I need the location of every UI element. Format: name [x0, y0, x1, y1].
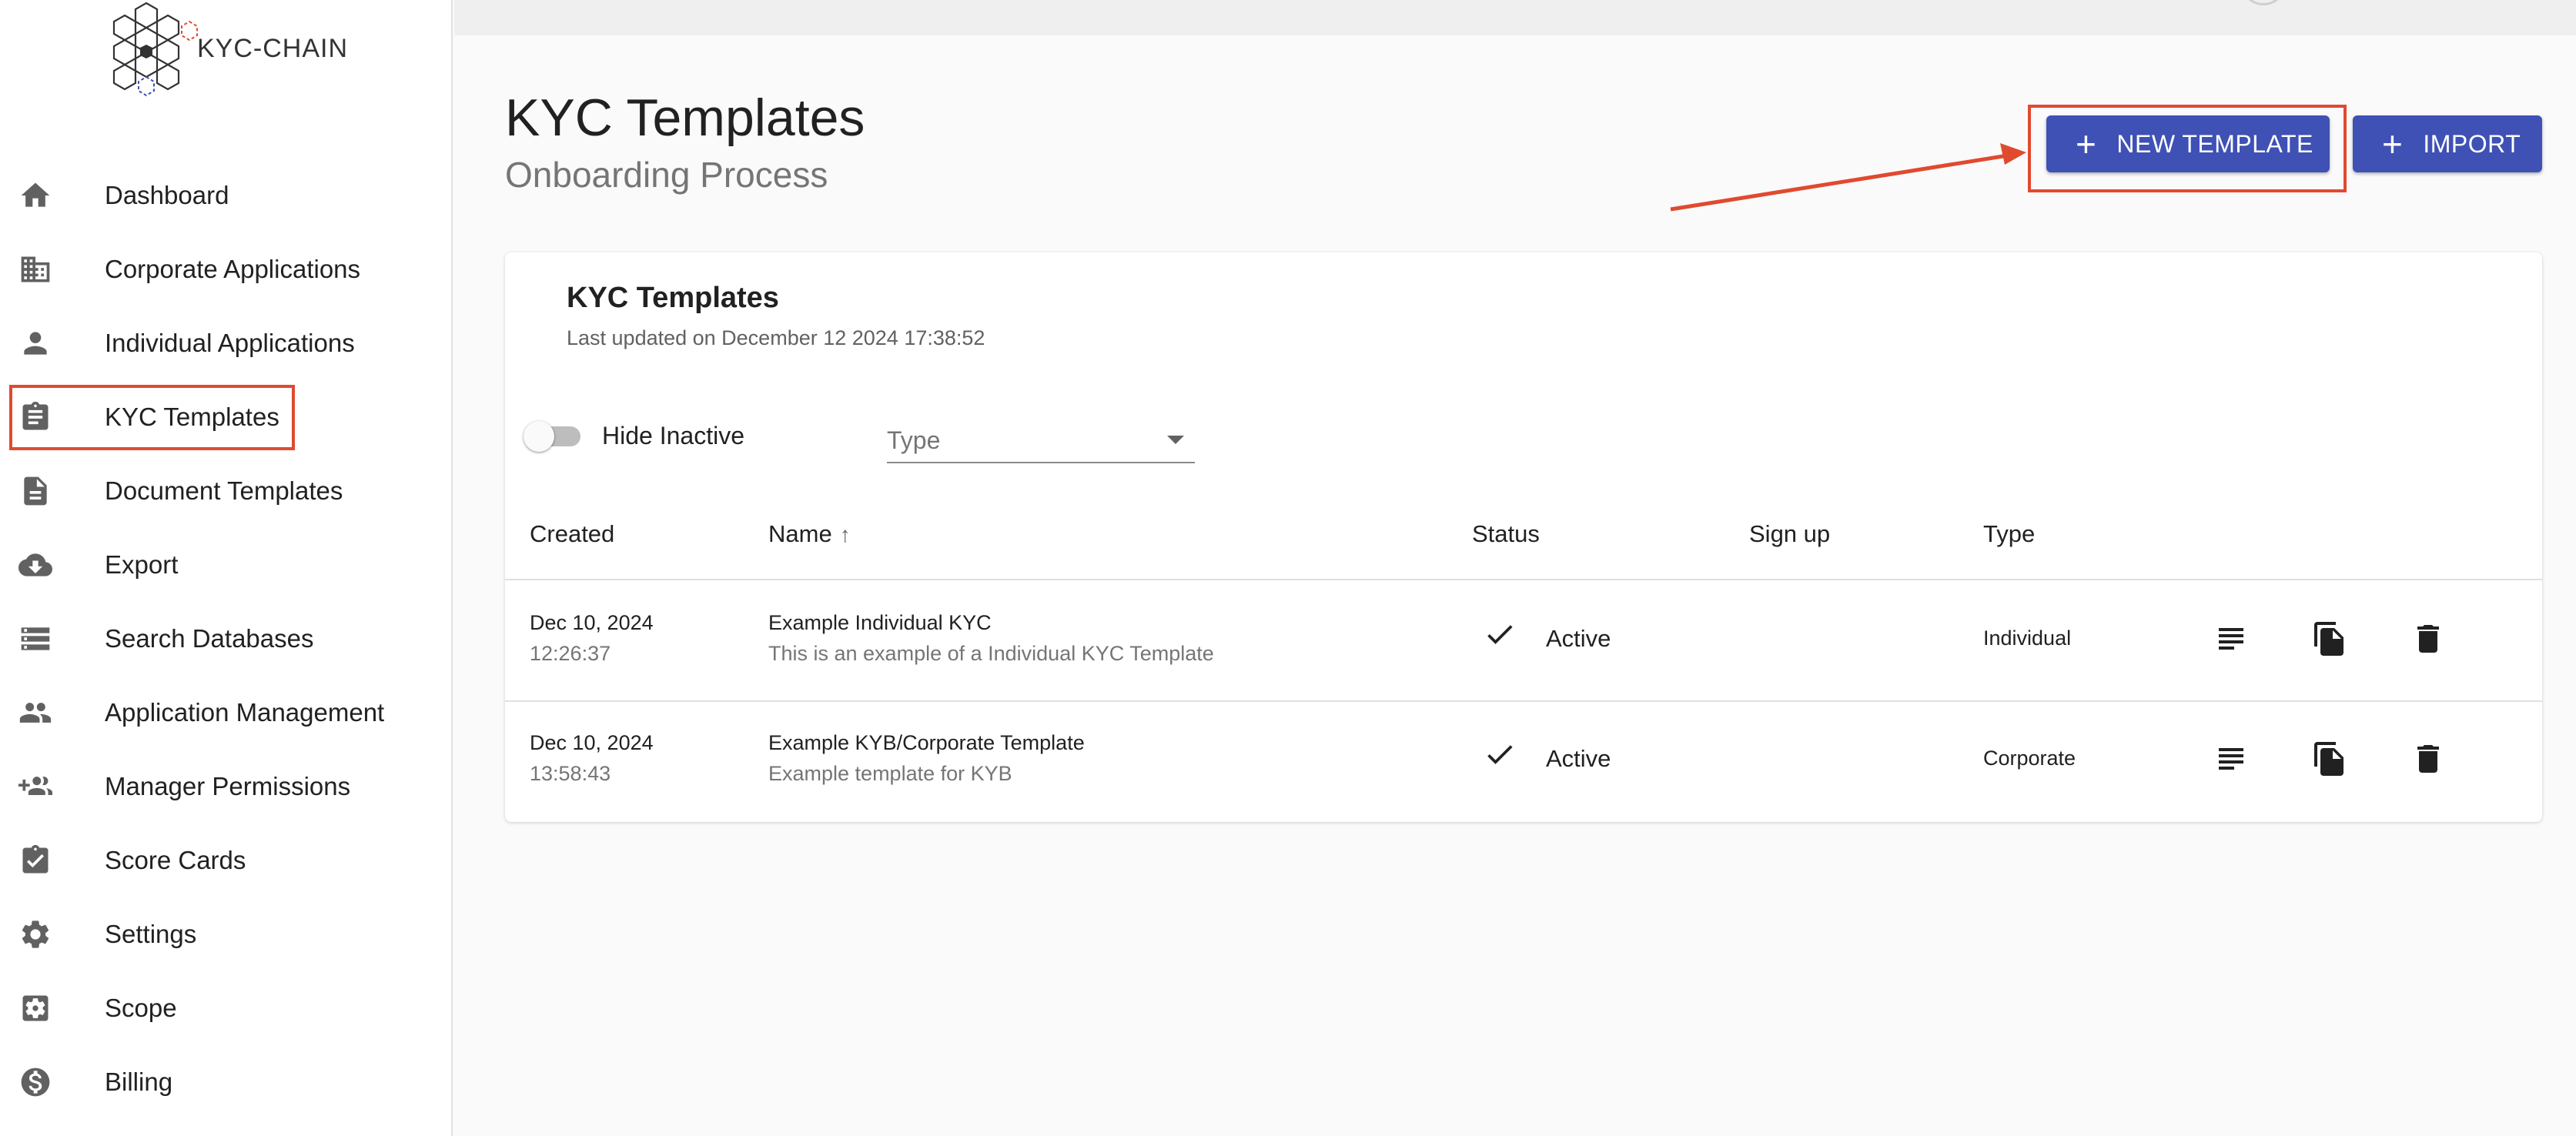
sidebar-item-export[interactable]: Export — [0, 528, 453, 602]
sidebar-item-corporate-applications[interactable]: Corporate Applications — [0, 232, 453, 306]
document-icon — [24, 476, 47, 506]
arrow-up-icon: ↑ — [839, 523, 851, 546]
settings-box-icon — [22, 995, 49, 1021]
checkmark-icon — [1487, 745, 1513, 764]
sidebar-item-application-management[interactable]: Application Management — [0, 676, 453, 750]
status-text: Active — [1546, 745, 1611, 772]
sidebar-item-label: Manager Permissions — [105, 772, 351, 800]
hide-inactive-label: Hide Inactive — [602, 422, 744, 449]
sidebar-item-label: Search Databases — [105, 624, 314, 653]
sidebar-item-score-cards[interactable]: Score Cards — [0, 824, 453, 897]
template-name: Example KYB/Corporate Template — [768, 731, 1085, 754]
hide-inactive-toggle[interactable] — [524, 421, 580, 452]
copy-icon[interactable] — [2311, 620, 2348, 657]
import-label: IMPORT — [2423, 129, 2521, 158]
template-type: Individual — [1983, 626, 2072, 650]
template-description: This is an example of a Individual KYC T… — [768, 642, 1214, 665]
toggle-thumb — [524, 421, 554, 452]
sidebar-item-document-templates[interactable]: Document Templates — [0, 454, 453, 528]
trash-icon[interactable] — [2410, 620, 2447, 657]
gear-icon — [22, 920, 49, 948]
template-description: Example template for KYB — [768, 762, 1012, 785]
sidebar-item-settings[interactable]: Settings — [0, 897, 453, 971]
divider — [505, 700, 2542, 702]
column-header-type[interactable]: Type — [1983, 520, 2035, 548]
column-header-name[interactable]: Name ↑ — [768, 520, 851, 548]
created-time: 13:58:43 — [530, 762, 611, 785]
building-icon — [21, 256, 50, 282]
cloud-download-icon — [18, 553, 52, 576]
top-bar — [454, 0, 2576, 35]
sidebar-item-kyc-templates[interactable]: KYC Templates — [0, 380, 453, 454]
sidebar-item-billing[interactable]: Billing — [0, 1045, 453, 1119]
sidebar-item-individual-applications[interactable]: Individual Applications — [0, 306, 453, 380]
sidebar-item-label: Application Management — [105, 698, 385, 727]
copy-icon[interactable] — [2311, 740, 2348, 777]
sidebar-item-dashboard[interactable]: Dashboard — [0, 159, 453, 232]
assignment-check-icon — [22, 844, 49, 874]
sidebar-item-label: Settings — [105, 920, 197, 948]
template-type: Corporate — [1983, 747, 2076, 770]
new-template-button[interactable]: + NEW TEMPLATE — [2046, 115, 2330, 172]
sidebar-item-label: Export — [105, 550, 179, 579]
sidebar: KYC-CHAIN Dashboard Corporate Applicatio… — [0, 0, 453, 1136]
plus-icon: + — [2382, 124, 2404, 164]
sidebar-item-label: KYC Templates — [105, 403, 279, 431]
home-icon — [21, 182, 50, 207]
sidebar-item-label: Individual Applications — [105, 329, 355, 357]
hexagon-logo-icon — [112, 2, 198, 97]
brand-name: KYC-CHAIN — [197, 34, 349, 63]
template-name: Example Individual KYC — [768, 611, 992, 634]
type-select-placeholder: Type — [887, 426, 941, 454]
created-date: Dec 10, 2024 — [530, 611, 654, 634]
checkmark-icon — [1487, 625, 1513, 644]
caret-down-icon — [1167, 436, 1184, 444]
details-icon[interactable] — [2213, 620, 2250, 657]
card-title: KYC Templates — [567, 282, 779, 314]
new-template-label: NEW TEMPLATE — [2116, 129, 2313, 158]
column-header-name-label: Name — [768, 520, 832, 547]
sidebar-item-label: Scope — [105, 994, 177, 1022]
sidebar-item-label: Dashboard — [105, 181, 229, 209]
avatar[interactable] — [2240, 0, 2287, 5]
column-header-status[interactable]: Status — [1472, 520, 1540, 548]
page-title: KYC Templates — [505, 89, 865, 147]
person-icon — [24, 332, 47, 355]
last-updated-text: Last updated on December 12 2024 17:38:5… — [567, 326, 985, 349]
database-icon — [21, 627, 50, 650]
sidebar-item-scope[interactable]: Scope — [0, 971, 453, 1045]
sidebar-item-search-databases[interactable]: Search Databases — [0, 602, 453, 676]
templates-card: KYC Templates Last updated on December 1… — [505, 252, 2542, 822]
sidebar-item-label: Score Cards — [105, 846, 246, 874]
column-header-signup[interactable]: Sign up — [1749, 520, 1830, 548]
column-header-created[interactable]: Created — [530, 520, 614, 548]
sidebar-item-manager-permissions[interactable]: Manager Permissions — [0, 750, 453, 824]
status-text: Active — [1546, 625, 1611, 652]
created-time: 12:26:37 — [530, 642, 611, 665]
divider — [505, 579, 2542, 580]
clipboard-icon — [22, 401, 49, 430]
sidebar-item-label: Corporate Applications — [105, 255, 361, 283]
details-icon[interactable] — [2213, 740, 2250, 777]
brand-logo[interactable]: KYC-CHAIN — [99, 0, 360, 108]
import-button[interactable]: + IMPORT — [2353, 115, 2542, 172]
plus-icon: + — [2076, 124, 2097, 164]
sidebar-item-label: Document Templates — [105, 476, 343, 505]
group-add-icon — [18, 777, 52, 795]
people-icon — [19, 703, 52, 723]
page-subtitle: Onboarding Process — [505, 155, 828, 195]
created-date: Dec 10, 2024 — [530, 731, 654, 754]
trash-icon[interactable] — [2410, 740, 2447, 777]
dollar-circle-icon — [21, 1068, 50, 1097]
type-select[interactable]: Type — [887, 419, 1195, 463]
sidebar-item-label: Billing — [105, 1068, 173, 1096]
